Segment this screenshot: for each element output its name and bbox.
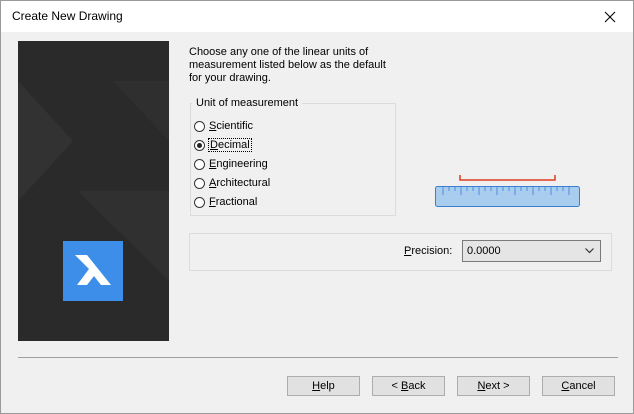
radio-fractional[interactable]: Fractional: [194, 194, 258, 210]
help-button[interactable]: Help: [287, 376, 360, 396]
radio-button[interactable]: [194, 158, 205, 170]
ruler-illustration: [433, 173, 583, 213]
radio-engineering[interactable]: Engineering: [194, 156, 269, 172]
intro-line-1: Choose any one of the linear units of: [189, 46, 369, 58]
footer-separator: [18, 357, 618, 358]
radio-label-fractional: Fractional: [209, 196, 258, 208]
title-bar: Create New Drawing: [1, 1, 633, 32]
next-button[interactable]: Next >: [457, 376, 530, 396]
app-logo: [63, 241, 123, 301]
radio-button-selected[interactable]: [194, 139, 205, 151]
radio-architectural[interactable]: Architectural: [194, 175, 271, 191]
radio-button[interactable]: [194, 177, 205, 189]
ruler-icon: [435, 175, 580, 207]
close-icon: [604, 11, 616, 22]
create-new-drawing-dialog: Create New Drawing Choose any one of the…: [0, 0, 634, 414]
close-button[interactable]: [587, 1, 633, 32]
radio-scientific[interactable]: Scientific: [194, 118, 254, 134]
radio-label-scientific: Scientific: [209, 120, 254, 132]
intro-line-2: measurement listed below as the default: [189, 59, 386, 71]
radio-label-decimal: Decimal: [208, 138, 252, 152]
radio-button[interactable]: [194, 196, 205, 208]
radio-button[interactable]: [194, 120, 205, 132]
radio-label-architectural: Architectural: [209, 177, 271, 189]
unit-group-label: Unit of measurement: [192, 97, 303, 109]
radio-label-engineering: Engineering: [209, 158, 268, 170]
precision-value: 0.0000: [467, 245, 501, 257]
cancel-button[interactable]: Cancel: [542, 376, 615, 396]
window-title: Create New Drawing: [12, 9, 123, 23]
chevron-down-icon: [585, 248, 594, 254]
precision-dropdown[interactable]: 0.0000: [462, 240, 601, 262]
radio-decimal[interactable]: Decimal: [194, 137, 252, 153]
intro-text: Choose any one of the linear units of me…: [189, 46, 409, 85]
side-banner: [18, 41, 169, 341]
intro-line-3: for your drawing.: [189, 72, 271, 84]
back-button[interactable]: < Back: [372, 376, 445, 396]
logo-icon: [75, 255, 111, 285]
precision-label: Precision:: [404, 245, 453, 257]
